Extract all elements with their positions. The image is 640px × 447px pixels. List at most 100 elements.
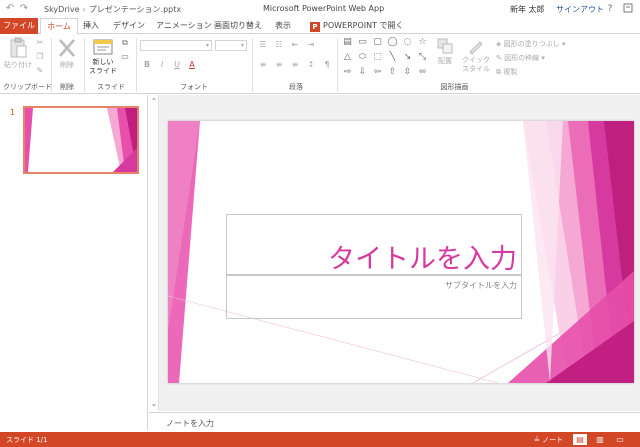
notes-toggle-icon: ≟ [534, 436, 543, 444]
tab-view[interactable]: 表示 [272, 18, 294, 34]
title-text: タイトルを入力 [328, 244, 517, 275]
down-arrow-icon[interactable]: ⇩ [357, 67, 368, 77]
group-divider [136, 38, 137, 92]
breadcrumb-filename[interactable]: プレゼンテーション.pptx [89, 5, 181, 14]
slideshow-view-icon[interactable]: ▭ [613, 434, 627, 445]
up-down-arrow-icon[interactable]: ⇳ [402, 67, 413, 77]
quick-styles-button[interactable]: クイック スタイル [461, 37, 491, 74]
callout-icon[interactable]: ◌ [402, 37, 413, 47]
shape-fill-button[interactable]: ◈ 図形の塗りつぶし ▾ [496, 39, 565, 49]
tab-animation[interactable]: アニメーション [156, 18, 212, 34]
text-box-icon[interactable]: ▤ [342, 37, 353, 47]
bold-button[interactable]: B [142, 60, 152, 70]
duplicate-slide-icon[interactable]: ⧉ [120, 38, 130, 48]
breadcrumb-skydrive[interactable]: SkyDrive [44, 5, 80, 14]
tab-file[interactable]: ファイル [0, 18, 38, 34]
delete-x-icon [59, 39, 75, 57]
underline-button[interactable]: U [172, 60, 182, 70]
notes-pane[interactable]: ノートを入力 [149, 412, 640, 432]
editing-view-icon[interactable]: ▤ [573, 434, 587, 445]
chevron-down-icon[interactable]: ⌄ [149, 399, 159, 408]
settings-icon[interactable] [622, 3, 634, 15]
delete-label: 削除 [60, 61, 74, 69]
tab-insert[interactable]: 挿入 [80, 18, 102, 34]
chevron-right-icon: › [82, 5, 86, 14]
font-color-button[interactable]: A [187, 60, 197, 70]
duplicate-button[interactable]: ⧉ 複製 [496, 67, 517, 77]
font-family-select[interactable]: ▾ [140, 40, 212, 51]
slide-canvas[interactable]: タイトルを入力 サブタイトルを入力 [168, 121, 634, 383]
quick-styles-icon [469, 41, 483, 55]
rectangle-icon[interactable]: ▭ [357, 37, 368, 47]
slide-number: 1 [10, 108, 16, 117]
reading-view-icon[interactable]: ▥ [593, 434, 607, 445]
open-in-powerpoint-button[interactable]: P POWERPOINT で開く [310, 18, 404, 34]
undo-icon[interactable]: ↶ [4, 3, 16, 15]
arrow-line-icon[interactable]: ↘ [402, 52, 413, 62]
new-slide-button[interactable]: 新しい スライド [88, 37, 118, 76]
align-right-icon[interactable]: ≡ [290, 60, 300, 70]
arrange-button[interactable]: 配置 [433, 37, 457, 66]
paint-bucket-icon: ◈ [496, 40, 504, 48]
sign-out-link[interactable]: サインアウト [556, 4, 604, 15]
tab-home[interactable]: ホーム [40, 18, 78, 35]
cut-icon[interactable]: ✂ [35, 38, 45, 48]
vertical-scrollbar[interactable]: ⌃ ⌄ [149, 95, 159, 411]
italic-button[interactable]: I [157, 60, 167, 70]
oval-icon[interactable]: ⬭ [357, 52, 368, 62]
help-icon[interactable]: ? [604, 3, 616, 15]
paragraph-settings-icon[interactable]: ¶ [322, 60, 332, 70]
ribbon: 貼り付け ✂ ❐ ✎ クリップボード 削除 削除 新しい スライド ⧉ ▭ スラ… [0, 34, 640, 94]
double-arrow-line-icon[interactable]: ⤡ [417, 52, 428, 62]
chevron-up-icon[interactable]: ⌃ [149, 97, 159, 106]
arrange-label: 配置 [438, 57, 452, 65]
slide-count: スライド 1/1 [6, 436, 48, 444]
notes-toggle-label: ノート [542, 436, 564, 444]
bullet-list-icon[interactable]: ☰ [258, 40, 268, 50]
shape-outline-label: 図形の枠線 [504, 54, 540, 62]
triangle-icon[interactable]: △ [342, 52, 353, 62]
up-arrow-icon[interactable]: ⇧ [387, 67, 398, 77]
user-name[interactable]: 新年 太郎 [510, 4, 545, 15]
left-right-arrow-icon[interactable]: ⬄ [417, 67, 428, 77]
title-placeholder[interactable]: タイトルを入力 [226, 214, 522, 275]
delete-button[interactable]: 削除 [55, 37, 79, 70]
numbered-list-icon[interactable]: ☷ [274, 40, 284, 50]
duplicate-label: 複製 [503, 68, 518, 76]
star-icon[interactable]: ☆ [417, 37, 428, 47]
clipboard-group-label: クリップボード [3, 83, 52, 91]
rounded-rectangle-icon[interactable]: ▢ [372, 37, 383, 47]
format-painter-icon[interactable]: ✎ [35, 66, 45, 76]
group-divider [84, 38, 85, 92]
slide-thumbnail[interactable] [23, 106, 139, 174]
line-icon[interactable]: ╲ [387, 52, 398, 62]
thumbnail-graphic [25, 108, 137, 172]
new-slide-label-2: スライド [89, 67, 117, 75]
tab-design[interactable]: デザイン [113, 18, 145, 34]
copy-icon[interactable]: ❐ [35, 52, 45, 62]
right-arrow-icon[interactable]: ⇨ [342, 67, 353, 77]
align-center-icon[interactable]: ≡ [274, 60, 284, 70]
redo-icon[interactable]: ↷ [18, 3, 30, 15]
notes-placeholder: ノートを入力 [166, 419, 214, 428]
text-direction-icon[interactable]: ↕ [306, 60, 316, 70]
chevron-down-icon: ▾ [205, 42, 209, 49]
notes-toggle[interactable]: ≟ ノート [534, 435, 563, 445]
increase-indent-icon[interactable]: ⇥ [306, 40, 316, 50]
arrange-icon [437, 38, 453, 54]
quick-styles-label-1: クイック [462, 56, 490, 64]
new-slide-icon [93, 39, 113, 55]
font-size-select[interactable]: ▾ [215, 40, 247, 51]
left-arrow-icon[interactable]: ⇦ [372, 67, 383, 77]
align-left-icon[interactable]: ≡ [258, 60, 268, 70]
ellipse-icon[interactable]: ◯ [387, 37, 398, 47]
paste-button[interactable]: 貼り付け [3, 37, 33, 70]
cube-icon[interactable]: ⬚ [372, 52, 383, 62]
subtitle-placeholder[interactable]: サブタイトルを入力 [226, 275, 522, 319]
tab-transition[interactable]: 画面切り替え [214, 18, 262, 34]
app-title: Microsoft PowerPoint Web App [263, 4, 385, 13]
paste-label: 貼り付け [4, 61, 32, 69]
hide-slide-icon[interactable]: ▭ [120, 52, 130, 62]
shape-outline-button[interactable]: ✎ 図形の枠線 ▾ [496, 53, 545, 63]
decrease-indent-icon[interactable]: ⇤ [290, 40, 300, 50]
